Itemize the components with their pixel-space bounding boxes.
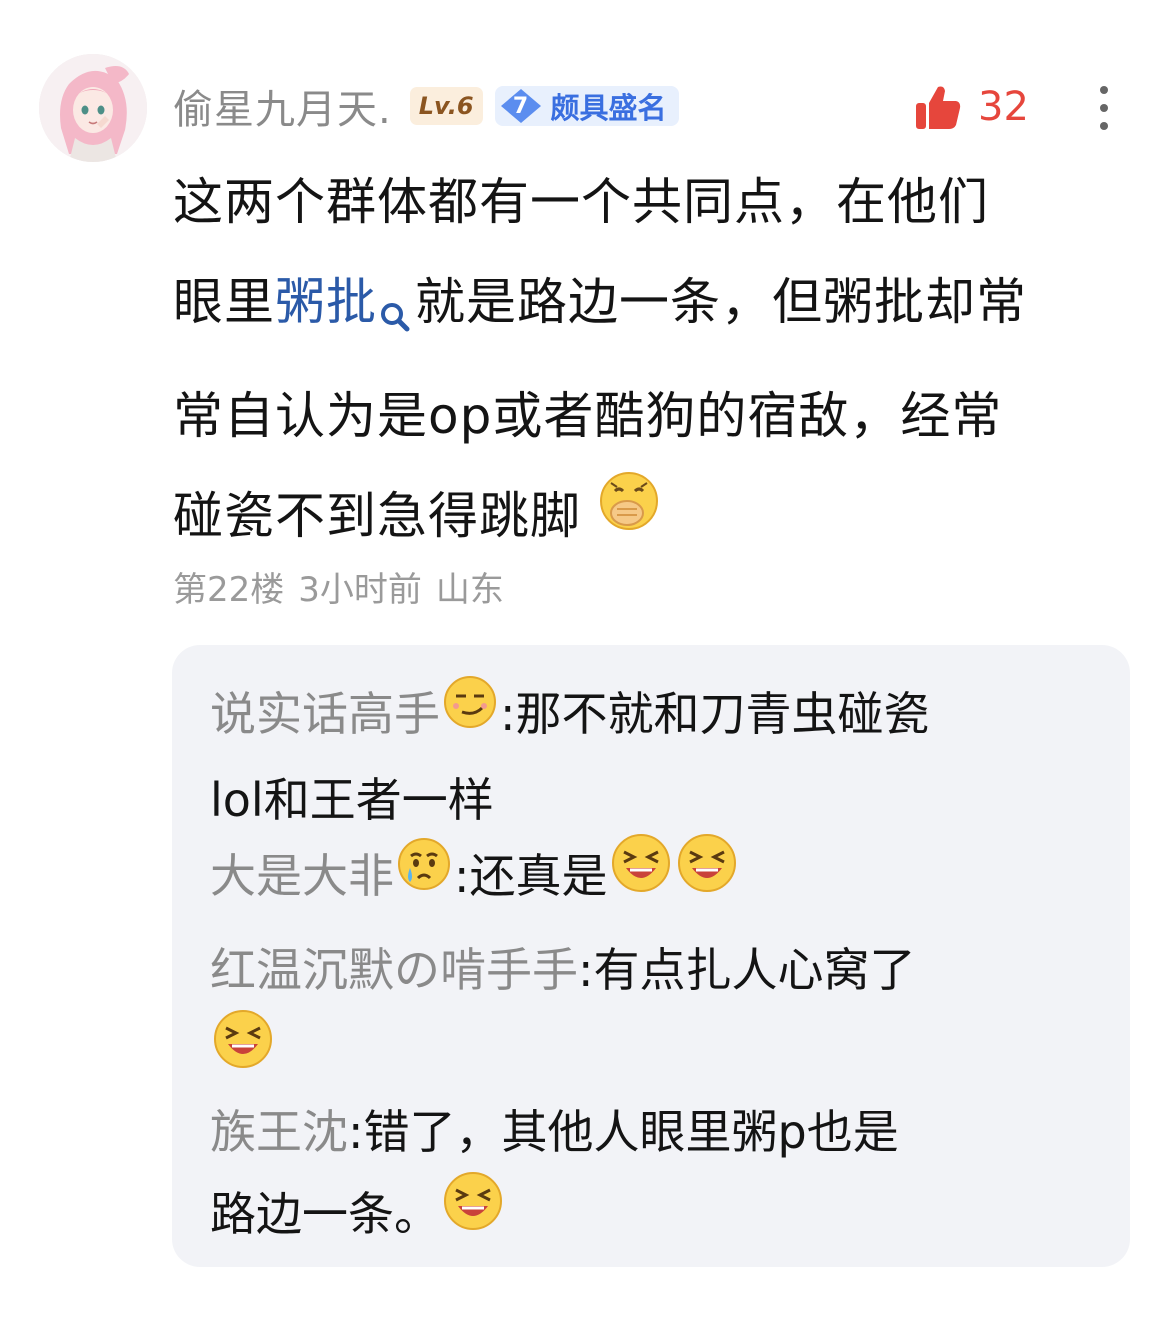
- comment-line: 碰瓷不到急得跳脚: [173, 466, 1143, 570]
- comment-text: 眼里: [173, 273, 275, 331]
- post-meta: 第22楼 3小时前 山东: [173, 562, 518, 611]
- post-time: 3小时前: [298, 570, 422, 610]
- comment-text: 碰瓷不到急得跳脚: [173, 487, 581, 545]
- post-location: 山东: [435, 570, 504, 610]
- reply-author[interactable]: 红温沉默の啃手手: [210, 943, 578, 997]
- comment-line: 这两个群体都有一个共同点，在他们: [173, 173, 989, 231]
- reply-text: lol和王者一样: [210, 772, 494, 827]
- reply-text: :那不就和刀青虫碰瓷: [500, 687, 930, 741]
- username[interactable]: 偷星九月天.: [173, 77, 392, 135]
- post-header: 偷星九月天. Lv.6 7 颇具盛名: [173, 76, 679, 136]
- search-icon[interactable]: [379, 266, 411, 366]
- reply-author[interactable]: 说实话高手: [210, 687, 440, 741]
- reply-item[interactable]: 族王沈:错了，其他人眼里粥p也是 路边一条。: [210, 1091, 1090, 1261]
- floor-number: 第22楼: [173, 570, 285, 610]
- reply-author[interactable]: 大是大非: [210, 849, 394, 903]
- reply-text: 路边一条。: [210, 1187, 440, 1241]
- crying-emoji-icon: [396, 835, 452, 917]
- smirk-emoji-icon: [442, 673, 498, 755]
- reply-text: :有点扎人心窝了: [578, 943, 916, 997]
- reply-text: :还真是: [454, 849, 608, 903]
- more-options-icon[interactable]: [1092, 84, 1116, 132]
- replies-panel[interactable]: 说实话高手 :那不就和刀青虫碰瓷 lol和王者一样 大是大非 :还真是 红温沉默の啃…: [172, 645, 1130, 1267]
- fame-level: 7: [512, 93, 529, 119]
- reply-item[interactable]: 说实话高手 :那不就和刀青虫碰瓷 lol和王者一样: [210, 673, 1090, 841]
- comment-text: 就是路边一条，但粥批却常: [415, 273, 1027, 331]
- keyword-link[interactable]: 粥批: [275, 273, 377, 331]
- cover-mouth-laugh-emoji-icon: [597, 466, 661, 566]
- comment-line: 眼里粥批 就是路边一条，但粥批却常: [173, 252, 1143, 366]
- comment-body: 这两个群体都有一个共同点，在他们 眼里粥批 就是路边一条，但粥批却常 常自认为是o…: [173, 152, 1143, 570]
- fame-badge[interactable]: 7 颇具盛名: [494, 86, 679, 126]
- reply-text: :错了，其他人眼里粥p也是: [348, 1105, 899, 1159]
- like-count: 32: [978, 84, 1029, 130]
- reply-item[interactable]: 红温沉默の啃手手:有点扎人心窝了: [210, 929, 1090, 1099]
- reply-item[interactable]: 大是大非 :还真是: [210, 832, 1090, 923]
- user-avatar[interactable]: [39, 54, 147, 162]
- level-badge: Lv.6: [409, 87, 483, 125]
- comment-line: 常自认为是op或者酷狗的宿敌，经常: [173, 387, 1003, 445]
- fame-title: 颇具盛名: [550, 91, 667, 125]
- laughing-emoji-icon: [676, 832, 738, 919]
- laughing-emoji-icon: [442, 1170, 504, 1257]
- laughing-emoji-icon: [610, 832, 672, 919]
- laughing-emoji-icon: [212, 1008, 274, 1095]
- reply-author[interactable]: 族王沈: [210, 1105, 348, 1159]
- fame-level-icon: 7: [499, 88, 543, 124]
- like-button[interactable]: 32: [914, 80, 1029, 134]
- thumbs-up-icon: [916, 86, 961, 129]
- anime-girl-avatar-icon: [39, 54, 147, 162]
